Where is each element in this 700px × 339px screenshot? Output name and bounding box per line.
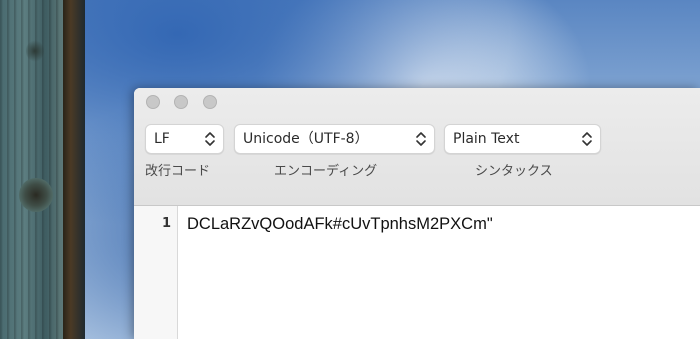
syntax-popup[interactable]: Plain Text (444, 124, 601, 154)
wallpaper-wood-gap (63, 0, 85, 339)
line-ending-value: LF (154, 131, 170, 147)
close-window-button[interactable] (146, 95, 160, 109)
editor-window: LF Unicode（UTF-8） Plain Text 改行コード エンコーデ… (134, 88, 700, 339)
editor-line-text[interactable]: DCLaRZvQOodAFk#cUvTpnhsM2PXCm" (187, 215, 493, 234)
line-number: 1 (161, 216, 171, 231)
wallpaper-knot (19, 178, 53, 212)
line-number-gutter: 1 (134, 206, 178, 339)
zoom-window-button[interactable] (203, 95, 217, 109)
text-editor-area[interactable]: 1 DCLaRZvQOodAFk#cUvTpnhsM2PXCm" (134, 206, 700, 339)
up-down-chevron-icon (416, 132, 426, 146)
minimize-window-button[interactable] (174, 95, 188, 109)
line-ending-popup[interactable]: LF (145, 124, 224, 154)
window-toolbar: LF Unicode（UTF-8） Plain Text 改行コード エンコーデ… (134, 88, 700, 206)
wallpaper-knot-small (26, 40, 44, 62)
encoding-value: Unicode（UTF-8） (243, 131, 369, 147)
encoding-label: エンコーディング (274, 164, 378, 179)
syntax-value: Plain Text (453, 131, 520, 147)
up-down-chevron-icon (582, 132, 592, 146)
encoding-popup[interactable]: Unicode（UTF-8） (234, 124, 435, 154)
line-ending-label: 改行コード (145, 164, 211, 179)
syntax-label: シンタックス (475, 164, 553, 179)
up-down-chevron-icon (205, 132, 215, 146)
